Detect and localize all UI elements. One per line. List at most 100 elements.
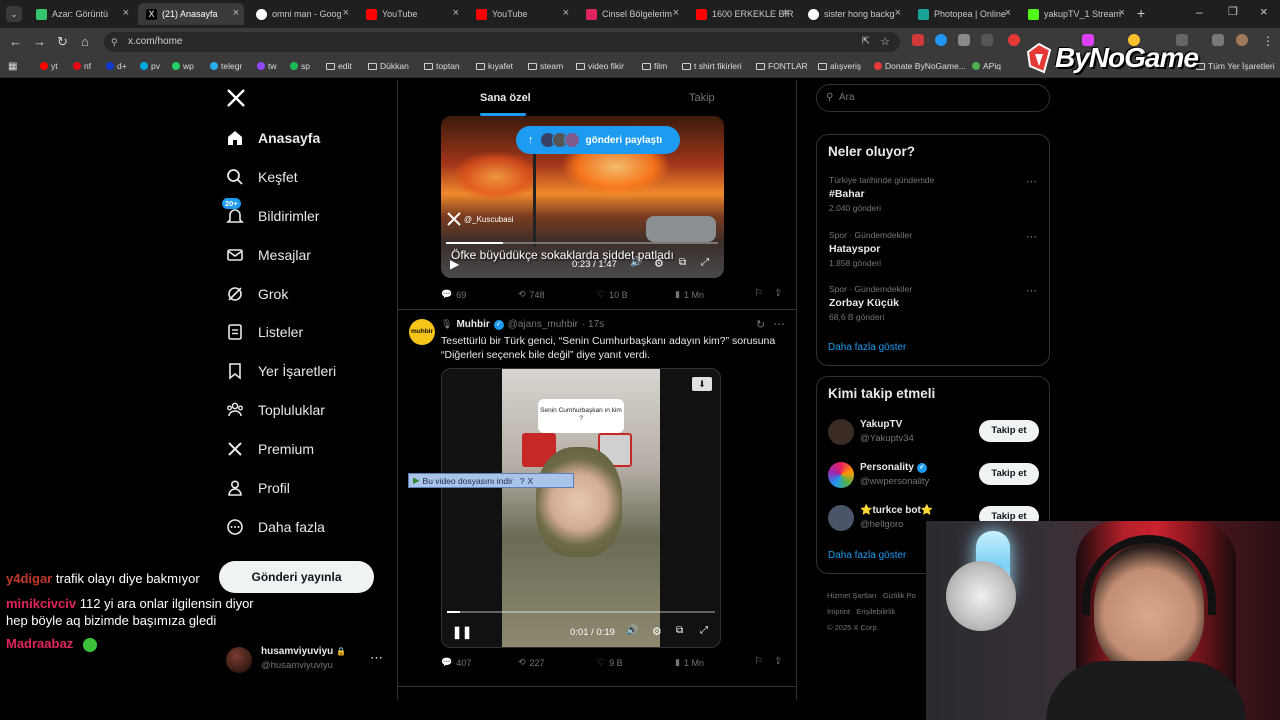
share-icon[interactable]: ⇪ xyxy=(774,656,782,667)
follow-button[interactable]: Takip et xyxy=(979,420,1039,442)
bookmark-tw[interactable]: tw xyxy=(257,61,277,71)
trend-more-icon[interactable]: ⋯ xyxy=(1026,175,1037,188)
trend-more-icon[interactable]: ⋯ xyxy=(1026,230,1037,243)
bookmark-yt[interactable]: yt xyxy=(40,61,58,71)
tab-youtube-1[interactable]: YouTube × xyxy=(358,3,464,25)
bookmark-post-icon[interactable]: ⚐ xyxy=(754,656,763,667)
minimize-icon[interactable]: – xyxy=(1196,5,1203,19)
bookmark-fontlar[interactable]: FONTLAR xyxy=(756,61,808,71)
repost-button[interactable]: ⟲ 748 xyxy=(518,289,545,300)
close-icon[interactable]: × xyxy=(453,7,459,19)
volume-icon[interactable]: 🔊 xyxy=(626,625,638,636)
bookmark-tshirt[interactable]: t shirt fikirleri xyxy=(682,61,742,71)
extension-dark-icon[interactable] xyxy=(981,34,993,46)
close-icon[interactable]: × xyxy=(1005,7,1011,19)
bookmark-telegr[interactable]: telegr xyxy=(210,61,242,71)
bookmark-video-fikir[interactable]: video fikir xyxy=(576,61,624,71)
tab-1600[interactable]: 1600 ERKEKLE BİR × xyxy=(688,3,794,25)
maximize-icon[interactable]: ❐ xyxy=(1228,5,1238,18)
bookmark-film[interactable]: film xyxy=(642,61,667,71)
bookmark-steam[interactable]: steam xyxy=(528,61,563,71)
post2-author[interactable]: Muhbir xyxy=(456,319,489,330)
sidebar-item-communities[interactable]: Topluluklar xyxy=(226,401,325,419)
bookmark-nf[interactable]: nf xyxy=(73,61,91,71)
follow-suggestion[interactable]: YakupTV @Yakuptv34 Takip et xyxy=(817,417,1049,451)
close-icon[interactable]: × xyxy=(123,7,129,19)
account-more-icon[interactable]: ⋯ xyxy=(370,650,383,666)
bookmark-edit[interactable]: edit xyxy=(326,61,352,71)
trend-item[interactable]: Spor · Gündemdekiler Zorbay Küçük 68,6 B… xyxy=(817,280,1049,330)
bookmark-toptan[interactable]: toptan xyxy=(424,61,460,71)
trend-more-icon[interactable]: ⋯ xyxy=(1026,284,1037,297)
settings-icon[interactable]: ⚙ xyxy=(652,625,662,638)
sidebar-item-lists[interactable]: Listeler xyxy=(226,323,303,341)
fullscreen-icon[interactable]: ⤢ xyxy=(701,257,709,268)
show-more-link[interactable]: Daha fazla göster xyxy=(828,342,906,353)
bookmark-dplus[interactable]: d+ xyxy=(106,61,127,71)
close-icon[interactable]: × xyxy=(895,7,901,19)
extension-gray-icon[interactable] xyxy=(958,34,970,46)
close-icon[interactable]: X xyxy=(528,476,534,486)
tab-photopea[interactable]: Photopea | Online × xyxy=(910,3,1016,25)
pip-icon[interactable]: ⧉ xyxy=(679,257,686,268)
home-nav-icon[interactable]: ⌂ xyxy=(81,34,89,49)
bookmark-star-icon[interactable]: ☆ xyxy=(880,32,890,52)
post-more-icon[interactable]: ⋯ xyxy=(773,317,785,331)
reply-button[interactable]: 💬 407 xyxy=(441,657,471,668)
post2-handle[interactable]: @ajans_muhbir xyxy=(508,319,578,330)
volume-icon[interactable]: 🔊 xyxy=(630,257,642,268)
close-icon[interactable]: × xyxy=(673,7,679,19)
like-button[interactable]: ♡ 10 B xyxy=(597,289,628,300)
bookmark-dukkan[interactable]: Dükkan xyxy=(368,61,409,71)
tab-following[interactable]: Takip xyxy=(689,92,715,104)
close-icon[interactable]: × xyxy=(783,7,789,19)
tab-x-home[interactable]: X (21) Anasayfa × xyxy=(138,3,244,25)
pause-icon[interactable]: ❚❚ xyxy=(452,625,472,639)
grok-post-icon[interactable]: ↻ xyxy=(756,318,765,331)
tab-search-icon[interactable]: ⌄ xyxy=(6,6,22,22)
trend-item[interactable]: Spor · Gündemdekiler Hatayspor 1.858 gön… xyxy=(817,226,1049,276)
profile-avatar-icon[interactable] xyxy=(1236,34,1248,46)
browser-menu-icon[interactable]: ⋮ xyxy=(1262,34,1274,48)
bookmark-donate[interactable]: Donate ByNoGame... xyxy=(874,61,966,71)
close-icon[interactable]: × xyxy=(563,7,569,19)
bookmark-kiyafet[interactable]: kıyafet xyxy=(476,61,513,71)
sidebar-item-notifications[interactable]: 20+ Bildirimler xyxy=(222,198,319,225)
close-icon[interactable]: × xyxy=(343,7,349,19)
sidebar-item-profile[interactable]: Profil xyxy=(226,479,290,497)
bookmark-pv[interactable]: pv xyxy=(140,61,160,71)
tab-google[interactable]: omni man - Goog × xyxy=(248,3,354,25)
search-input[interactable]: ⚲ Ara xyxy=(816,84,1050,112)
bookmark-wp[interactable]: wp xyxy=(172,61,194,71)
follow-suggestion[interactable]: Personality ✓ @wwpersonality Takip et xyxy=(817,460,1049,494)
install-icon[interactable]: ⇱ xyxy=(862,32,870,52)
avatar[interactable]: muhbir xyxy=(409,319,435,345)
settings-icon[interactable]: ⚙ xyxy=(654,257,664,270)
close-icon[interactable]: × xyxy=(1119,7,1125,19)
sidebar-item-messages[interactable]: Mesajlar xyxy=(226,246,311,264)
pip-icon[interactable]: ⧉ xyxy=(676,625,683,636)
bookmark-sp[interactable]: sp xyxy=(290,61,310,71)
bookmark-post-icon[interactable]: ⚐ xyxy=(754,288,763,299)
sidebar-item-home[interactable]: Anasayfa xyxy=(226,129,320,147)
extension-red-icon[interactable] xyxy=(1008,34,1020,46)
apps-grid-icon[interactable]: ▦ xyxy=(8,61,17,72)
sidebar-item-more[interactable]: Daha fazla xyxy=(226,518,325,536)
new-posts-pill[interactable]: ↑ gönderi paylaştı xyxy=(516,126,680,154)
tab-kick[interactable]: yakupTV_1 Stream × xyxy=(1020,3,1130,25)
like-button[interactable]: ♡ 9 B xyxy=(597,657,623,668)
tab-youtube-2[interactable]: YouTube × xyxy=(468,3,574,25)
sidebar-item-bookmarks[interactable]: Yer İşaretleri xyxy=(226,362,336,380)
x-logo-icon[interactable] xyxy=(226,88,246,114)
reply-button[interactable]: 💬 69 xyxy=(441,289,466,300)
post-button[interactable]: Gönderi yayınla xyxy=(219,561,374,593)
post2-video[interactable]: Senin Cumhurbaşkan ın kim ? ⬇ ❚❚ 0:01 / … xyxy=(441,368,721,648)
help-icon[interactable]: ? xyxy=(520,476,525,486)
tab-sister-hong[interactable]: sister hong backg × xyxy=(800,3,906,25)
menu-icon[interactable] xyxy=(1212,34,1224,46)
views-button[interactable]: ▮ 1 Mn xyxy=(675,657,704,668)
bookmark-alisveris[interactable]: alışveriş xyxy=(818,61,861,71)
tab-for-you[interactable]: Sana özel xyxy=(480,92,531,104)
views-button[interactable]: ▮ 1 Mn xyxy=(675,289,704,300)
new-tab-icon[interactable]: + xyxy=(1137,5,1145,21)
